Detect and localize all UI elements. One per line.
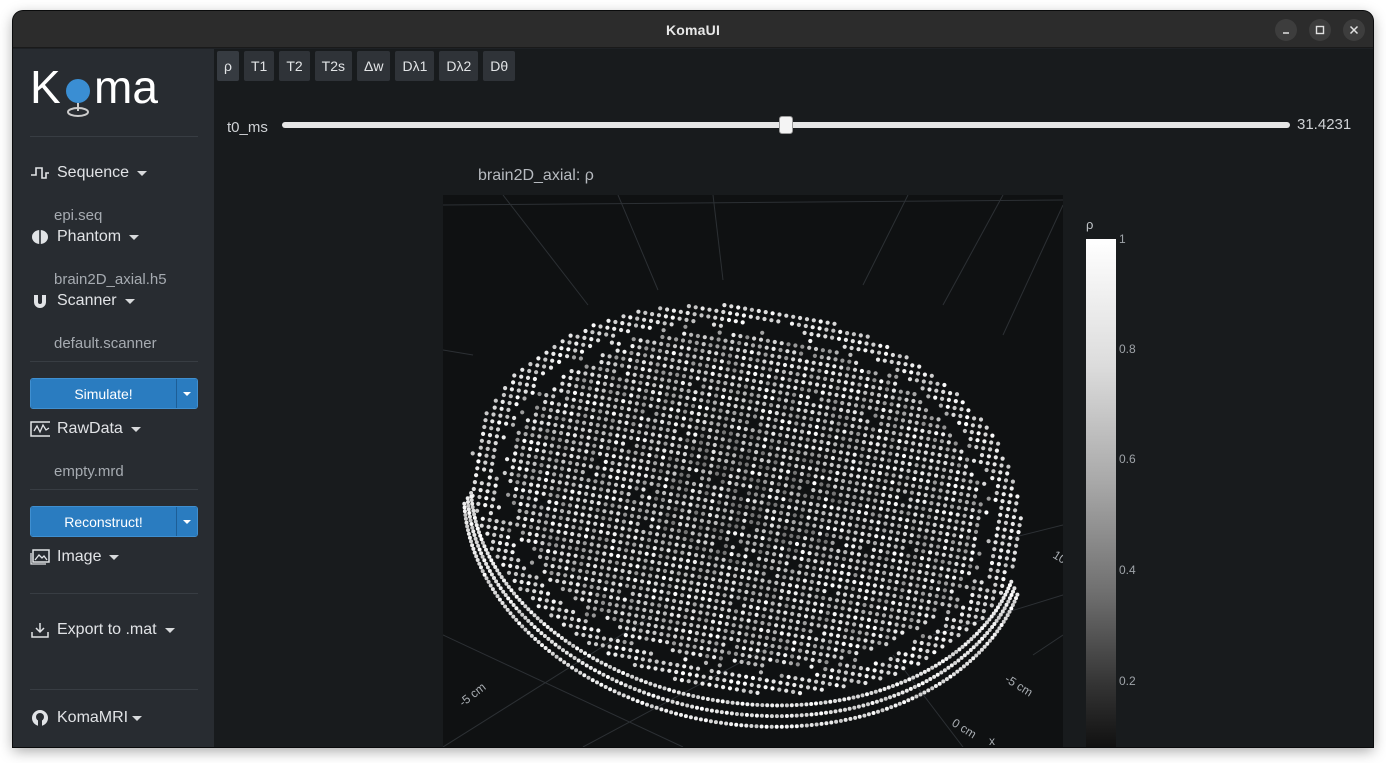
slider-label: t0_ms	[227, 119, 268, 136]
colorbar-tick: 1	[1119, 232, 1126, 246]
time-slider-thumb[interactable]	[779, 116, 793, 134]
colorbar-tick: 0.6	[1119, 452, 1136, 466]
colorbar-tick: 0.8	[1119, 342, 1136, 356]
tab-6[interactable]: Dλ2	[439, 51, 479, 81]
simulate-dropdown-button[interactable]	[176, 379, 197, 408]
separator	[30, 689, 198, 690]
chevron-down-icon	[183, 519, 191, 524]
signal-icon	[30, 420, 50, 438]
scanner-menu[interactable]: Scanner	[30, 290, 135, 312]
phantom-file: brain2D_axial.h5	[54, 271, 167, 288]
rawdata-label: RawData	[57, 420, 123, 437]
brain-icon	[30, 228, 50, 246]
main-area: ρ T1 T2 T2s Δw Dλ1 Dλ2 Dθ t0_ms 31.4231 brain2D…	[214, 49, 1373, 747]
tab-3[interactable]: T2s	[314, 51, 352, 81]
plot-title: brain2D_axial: ρ	[478, 167, 594, 184]
app-window: KomaUI K ma Sequence epi.seq Phantom bra…	[13, 11, 1373, 747]
maximize-button[interactable]	[1309, 19, 1331, 41]
simulate-split-button[interactable]: Simulate!	[30, 378, 198, 409]
axis-label: -5 cm	[1002, 672, 1035, 700]
chevron-down-icon	[132, 715, 143, 721]
close-icon	[1349, 25, 1359, 35]
chevron-down-icon	[137, 170, 148, 176]
simulate-button[interactable]: Simulate!	[31, 379, 176, 408]
axis-label: -5 cm	[456, 680, 488, 710]
sequence-menu[interactable]: Sequence	[30, 162, 148, 184]
property-tabs: ρ T1 T2 T2s Δw Dλ1 Dλ2 Dθ	[217, 51, 516, 81]
sequence-label: Sequence	[57, 164, 130, 181]
github-icon	[30, 709, 50, 727]
image-icon	[30, 548, 50, 566]
svg-text:ma: ma	[94, 61, 158, 113]
image-label: Image	[57, 548, 102, 565]
slider-value: 31.4231	[1297, 116, 1352, 133]
rawdata-menu[interactable]: RawData	[30, 418, 141, 440]
reconstruct-button[interactable]: Reconstruct!	[31, 507, 176, 536]
maximize-icon	[1315, 25, 1325, 35]
phantom-label: Phantom	[57, 228, 122, 245]
github-label: KomaMRI	[57, 709, 129, 726]
chevron-down-icon	[183, 391, 191, 396]
chevron-down-icon	[130, 426, 141, 432]
export-label: Export to .mat	[57, 621, 157, 638]
colorbar-tick: 0.4	[1119, 563, 1136, 577]
reconstruct-split-button[interactable]: Reconstruct!	[30, 506, 198, 537]
separator	[30, 136, 198, 137]
tab-2[interactable]: T2	[279, 51, 310, 81]
github-menu[interactable]: KomaMRI	[30, 707, 143, 729]
magnet-icon	[30, 292, 50, 310]
separator	[30, 489, 198, 490]
rawdata-file: empty.mrd	[54, 463, 124, 480]
chevron-down-icon	[129, 234, 140, 240]
tab-0[interactable]: ρ	[217, 51, 239, 81]
phantom-menu[interactable]: Phantom	[30, 226, 140, 248]
sequence-pulse-icon	[30, 164, 50, 182]
chevron-down-icon	[124, 298, 135, 304]
axis-label: 10	[1050, 548, 1063, 567]
tab-7[interactable]: Dθ	[483, 51, 516, 81]
colorbar-tick: 0.2	[1119, 674, 1136, 688]
axis-label: 0 cm	[949, 716, 978, 742]
reconstruct-dropdown-button[interactable]	[176, 507, 197, 536]
colorbar-title: ρ	[1086, 217, 1094, 232]
svg-text:K: K	[30, 61, 61, 113]
download-icon	[30, 621, 50, 639]
tab-4[interactable]: Δw	[357, 51, 391, 81]
chevron-down-icon	[164, 627, 175, 633]
separator	[30, 361, 198, 362]
separator	[30, 593, 198, 594]
tab-1[interactable]: T1	[243, 51, 275, 81]
axis-label: x	[989, 734, 995, 747]
chevron-down-icon	[109, 554, 120, 560]
title-bar: KomaUI	[13, 11, 1373, 48]
tab-5[interactable]: Dλ1	[395, 51, 435, 81]
close-button[interactable]	[1343, 19, 1365, 41]
scanner-file: default.scanner	[54, 335, 157, 352]
sidebar: K ma Sequence epi.seq Phantom brain2D_ax…	[13, 49, 214, 747]
scanner-label: Scanner	[57, 292, 117, 309]
koma-logo: K ma	[30, 61, 158, 117]
phantom-3d-plot[interactable]: -5 cm -5 cm 0 cm 10 x	[443, 195, 1063, 747]
minimize-icon	[1283, 32, 1289, 34]
window-title: KomaUI	[665, 22, 721, 38]
minimize-button[interactable]	[1275, 19, 1297, 41]
image-menu[interactable]: Image	[30, 546, 120, 568]
sequence-file: epi.seq	[54, 207, 103, 224]
export-menu[interactable]: Export to .mat	[30, 619, 175, 641]
colorbar	[1086, 239, 1116, 747]
